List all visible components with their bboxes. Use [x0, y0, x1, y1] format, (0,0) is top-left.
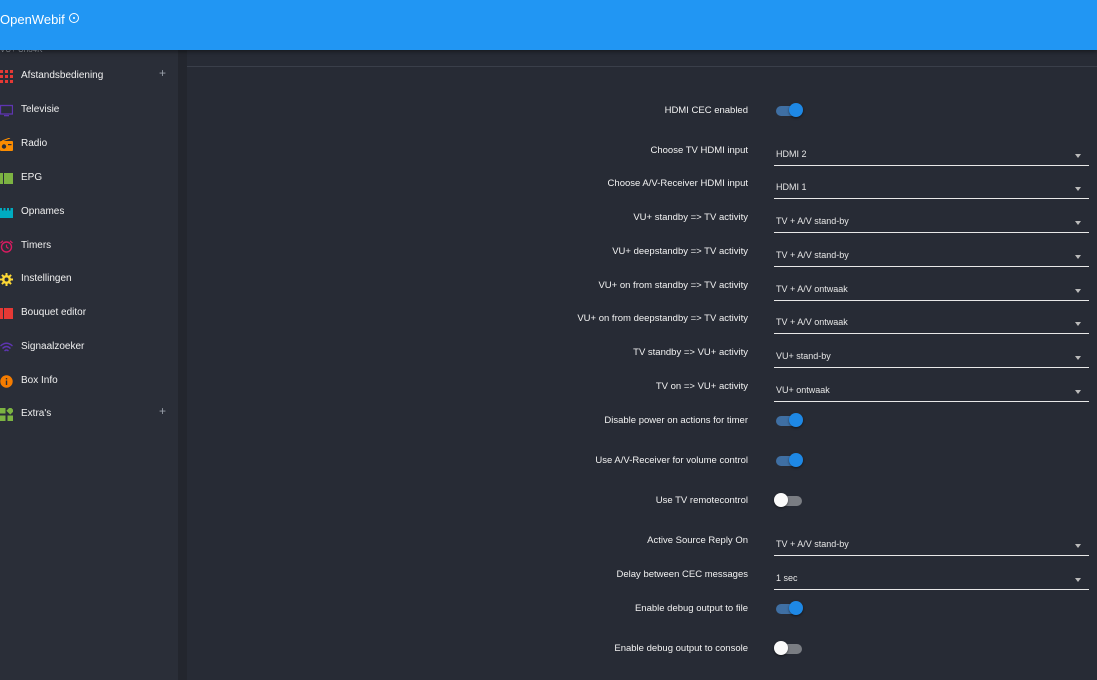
setting-label-tv-standby-vu-activity: TV standby => VU+ activity: [633, 347, 748, 358]
vu-on-from-deepstandby-select[interactable]: TV + A/V ontwaak: [774, 314, 1089, 334]
av-receiver-hdmi-input-select[interactable]: HDMI 1: [774, 179, 1089, 199]
selected-value: VU+ stand-by: [776, 351, 831, 361]
setting-label-cec-delay: Delay between CEC messages: [616, 569, 748, 580]
power-icon[interactable]: [69, 13, 79, 23]
tv-icon: [0, 104, 13, 117]
sidebar-item-box-info[interactable]: Box Info: [0, 368, 178, 396]
selected-value: HDMI 2: [776, 149, 807, 159]
setting-label-disable-power-on-timer: Disable power on actions for timer: [604, 415, 748, 426]
sidebar-item-radio[interactable]: Radio: [0, 131, 178, 159]
selected-value: VU+ ontwaak: [776, 385, 830, 395]
sidebar-item-label: Radio: [21, 138, 48, 149]
sidebar-item-epg[interactable]: EPG: [0, 165, 178, 193]
epg-icon: [0, 173, 13, 184]
dropdown-caret-icon: [1075, 187, 1081, 191]
tv-hdmi-input-select[interactable]: HDMI 2: [774, 146, 1089, 166]
sidebar-scrollbar[interactable]: [178, 50, 187, 680]
radio-icon: [0, 138, 13, 151]
av-receiver-volume-control-toggle[interactable]: [776, 453, 804, 469]
vu-deepstandby-tv-activity-select[interactable]: TV + A/V stand-by: [774, 247, 1089, 267]
sidebar-item-afstandsbediening[interactable]: Afstandsbediening +: [0, 63, 178, 91]
use-tv-remotecontrol-toggle[interactable]: [774, 493, 804, 509]
wifi-signal-icon: [0, 342, 13, 352]
cec-delay-select[interactable]: 1 sec: [774, 570, 1089, 590]
setting-label-debug-to-console: Enable debug output to console: [614, 643, 748, 654]
selected-value: HDMI 1: [776, 182, 807, 192]
selected-value: TV + A/V ontwaak: [776, 317, 848, 327]
remote-grid-icon: [0, 70, 13, 83]
sidebar-item-label: Afstandsbediening: [21, 70, 104, 81]
dropdown-caret-icon: [1075, 390, 1081, 394]
sidebar-item-televisie[interactable]: Televisie: [0, 97, 178, 125]
app-title[interactable]: OpenWebif: [0, 12, 65, 27]
tv-standby-vu-activity-select[interactable]: VU+ stand-by: [774, 348, 1089, 368]
sidebar-item-label: Box Info: [21, 375, 58, 386]
sidebar-item-label: Extra's: [21, 408, 52, 419]
gear-icon: [0, 273, 13, 286]
setting-label-av-receiver-hdmi-input: Choose A/V-Receiver HDMI input: [607, 178, 748, 189]
top-app-bar: OpenWebif: [0, 0, 1097, 50]
sidebar-item-label: Opnames: [21, 206, 65, 217]
divider: [187, 66, 1097, 67]
setting-label-tv-on-vu-activity: TV on => VU+ activity: [655, 381, 748, 392]
selected-value: TV + A/V ontwaak: [776, 284, 848, 294]
disable-power-on-timer-toggle[interactable]: [776, 413, 804, 429]
debug-to-file-toggle[interactable]: [776, 601, 804, 617]
setting-label-vu-standby-tv-activity: VU+ standby => TV activity: [633, 212, 748, 223]
dropdown-caret-icon: [1075, 289, 1081, 293]
dropdown-caret-icon: [1075, 544, 1081, 548]
vu-standby-tv-activity-select[interactable]: TV + A/V stand-by: [774, 213, 1089, 233]
dropdown-caret-icon: [1075, 356, 1081, 360]
setting-label-vu-deepstandby-tv-activity: VU+ deepstandby => TV activity: [612, 246, 748, 257]
setting-label-av-receiver-volume-control: Use A/V-Receiver for volume control: [595, 455, 748, 466]
tv-on-vu-activity-select[interactable]: VU+ ontwaak: [774, 382, 1089, 402]
debug-to-console-toggle[interactable]: [774, 641, 804, 657]
setting-label-tv-hdmi-input: Choose TV HDMI input: [650, 145, 748, 156]
selected-value: TV + A/V stand-by: [776, 250, 849, 260]
sidebar-item-opnames[interactable]: Opnames: [0, 199, 178, 227]
setting-label-vu-on-from-standby: VU+ on from standby => TV activity: [598, 280, 748, 291]
selected-value: TV + A/V stand-by: [776, 539, 849, 549]
sidebar-item-label: Televisie: [21, 104, 60, 115]
expand-plus-icon[interactable]: +: [159, 66, 166, 80]
dropdown-caret-icon: [1075, 221, 1081, 225]
active-source-reply-select[interactable]: TV + A/V stand-by: [774, 536, 1089, 556]
cec-settings-panel: HDMI CEC enabled Choose TV HDMI input HD…: [187, 50, 1097, 680]
sidebar-item-signaalzoeker[interactable]: Signaalzoeker: [0, 334, 178, 362]
sidebar-item-extras[interactable]: Extra's +: [0, 401, 178, 429]
widgets-icon: [0, 408, 13, 421]
sidebar-item-timers[interactable]: Timers: [0, 233, 178, 261]
setting-label-debug-to-file: Enable debug output to file: [634, 603, 748, 614]
selected-value: TV + A/V stand-by: [776, 216, 849, 226]
info-icon: [0, 375, 13, 388]
sidebar-item-bouquet-editor[interactable]: Bouquet editor: [0, 300, 178, 328]
movie-icon: [0, 208, 13, 218]
vu-on-from-standby-select[interactable]: TV + A/V ontwaak: [774, 281, 1089, 301]
sidebar: VU+ Uno4K Afstandsbediening + Televisie …: [0, 45, 178, 680]
dropdown-caret-icon: [1075, 322, 1081, 326]
setting-label-active-source-reply: Active Source Reply On: [647, 535, 748, 546]
sidebar-item-label: EPG: [21, 172, 43, 183]
sidebar-item-label: Timers: [21, 240, 52, 251]
bouquet-icon: [0, 308, 13, 319]
setting-label-vu-on-from-deepstandby: VU+ on from deepstandby => TV activity: [577, 313, 748, 324]
sidebar-item-instellingen[interactable]: Instellingen: [0, 266, 178, 294]
dropdown-caret-icon: [1075, 154, 1081, 158]
setting-label-hdmi-cec-enabled: HDMI CEC enabled: [664, 105, 748, 116]
sidebar-item-label: Signaalzoeker: [21, 341, 85, 352]
expand-plus-icon[interactable]: +: [159, 404, 166, 418]
dropdown-caret-icon: [1075, 255, 1081, 259]
dropdown-caret-icon: [1075, 578, 1081, 582]
setting-label-use-tv-remotecontrol: Use TV remotecontrol: [655, 495, 748, 506]
selected-value: 1 sec: [776, 573, 798, 583]
alarm-clock-icon: [0, 240, 13, 253]
sidebar-item-label: Instellingen: [21, 273, 72, 284]
sidebar-item-label: Bouquet editor: [21, 307, 87, 318]
hdmi-cec-enabled-toggle[interactable]: [776, 103, 804, 119]
